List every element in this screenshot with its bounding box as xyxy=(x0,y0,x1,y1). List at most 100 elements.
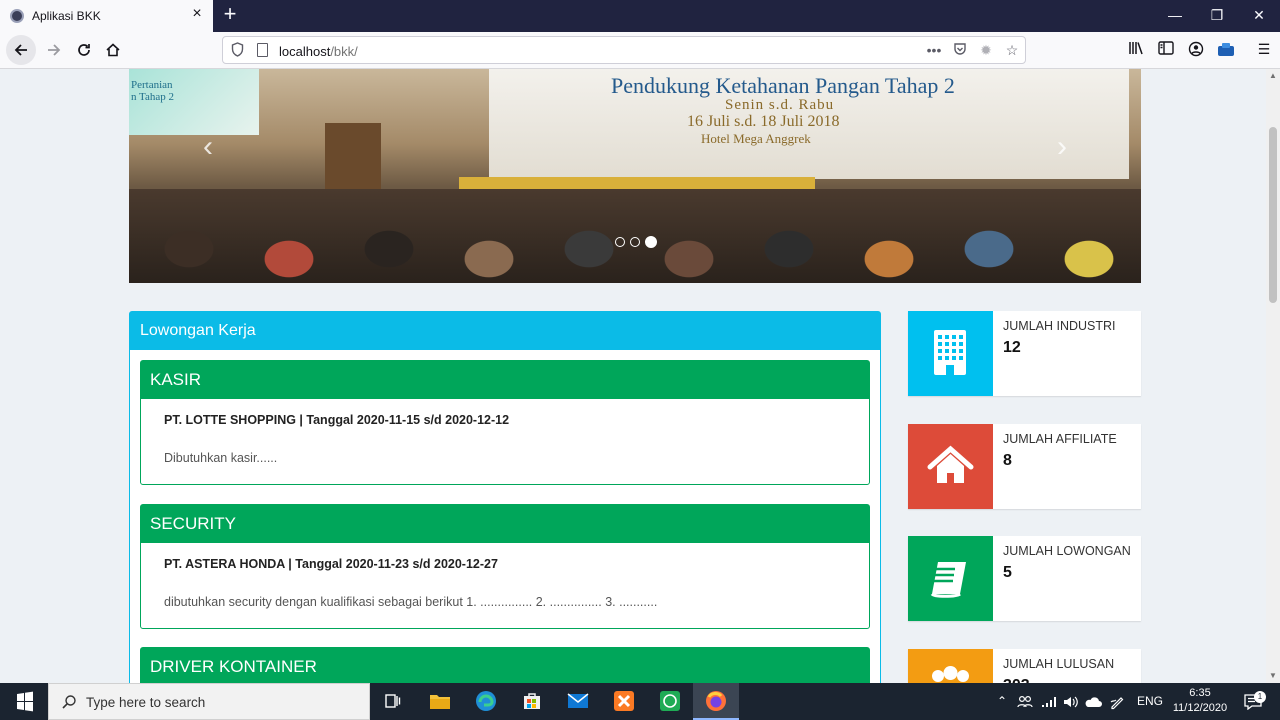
new-tab-button[interactable]: + xyxy=(219,3,241,26)
volume-icon[interactable] xyxy=(1060,683,1082,720)
tracking-shield-icon[interactable] xyxy=(231,42,244,60)
search-icon xyxy=(61,694,77,713)
stat-box-affiliate: JUMLAH AFFILIATE 8 xyxy=(908,424,1141,509)
windows-taskbar: Type here to search ⌃ ENG 6:35 11/12/202… xyxy=(0,683,1280,720)
notification-count-badge: 1 xyxy=(1254,691,1266,703)
extension-icon[interactable]: ✹ xyxy=(977,42,995,59)
stat-value: 8 xyxy=(1003,452,1012,469)
mail-icon[interactable] xyxy=(555,683,601,720)
account-icon[interactable] xyxy=(1186,41,1206,60)
stat-icon-bg xyxy=(908,649,993,683)
menu-icon[interactable]: ☰ xyxy=(1254,41,1274,58)
carousel-indicator-active[interactable] xyxy=(645,236,657,248)
people-icon[interactable] xyxy=(1014,683,1036,720)
maximize-window-icon[interactable]: ❐ xyxy=(1196,0,1238,32)
edge-browser-icon[interactable] xyxy=(463,683,509,720)
windows-logo-icon xyxy=(17,691,33,712)
job-card-header: KASIR xyxy=(141,361,869,399)
stat-icon-bg xyxy=(908,311,993,396)
building-icon xyxy=(934,330,966,375)
job-company-dates: PT. LOTTE SHOPPING | Tanggal 2020-11-15 … xyxy=(164,413,510,427)
reload-button[interactable] xyxy=(70,38,98,62)
onedrive-icon[interactable] xyxy=(1082,683,1104,720)
url-host: localhost xyxy=(279,44,331,59)
page-actions-icon[interactable]: ••• xyxy=(925,42,943,58)
stat-box-lowongan: JUMLAH LOWONGAN 5 xyxy=(908,536,1141,621)
stat-icon-bg xyxy=(908,536,993,621)
carousel-side-text: Pertanian n Tahap 2 xyxy=(131,79,174,103)
taskbar-search[interactable]: Type here to search xyxy=(48,683,370,720)
carousel-next-icon[interactable]: › xyxy=(1047,131,1077,165)
job-title[interactable]: SECURITY xyxy=(150,514,236,534)
job-company-dates: PT. ASTERA HONDA | Tanggal 2020-11-23 s/… xyxy=(164,557,498,571)
pen-icon[interactable] xyxy=(1106,683,1128,720)
library-icon[interactable] xyxy=(1126,41,1146,58)
carousel-banner-days: Senin s.d. Rabu xyxy=(725,97,835,113)
file-explorer-icon[interactable] xyxy=(417,683,463,720)
browser-tab[interactable]: Aplikasi BKK × xyxy=(0,0,213,32)
stat-label: JUMLAH LOWONGAN xyxy=(1003,544,1131,558)
forward-button[interactable] xyxy=(40,38,68,62)
scroll-up-icon[interactable]: ▲ xyxy=(1268,71,1278,80)
job-title[interactable]: KASIR xyxy=(150,370,201,390)
audience-crowd xyxy=(129,189,1141,283)
page-viewport: Pertanian n Tahap 2 Pendukung Ketahanan … xyxy=(0,69,1266,683)
stat-box-industri: JUMLAH INDUSTRI 12 xyxy=(908,311,1141,396)
job-description: Dibutuhkan kasir...... xyxy=(164,451,278,465)
input-language[interactable]: ENG xyxy=(1134,683,1166,720)
carousel-prev-icon[interactable]: ‹ xyxy=(193,131,223,165)
url-text[interactable]: localhost/bkk/ xyxy=(279,44,358,59)
stat-box-lulusan: JUMLAH LULUSAN 303 xyxy=(908,649,1141,683)
job-card-header: DRIVER KONTAINER xyxy=(141,648,869,683)
carousel-indicator[interactable] xyxy=(630,237,640,247)
taskbar-clock[interactable]: 6:35 11/12/2020 xyxy=(1170,686,1230,716)
pocket-icon[interactable] xyxy=(951,42,969,59)
job-title[interactable]: DRIVER KONTAINER xyxy=(150,657,317,677)
page-info-icon[interactable] xyxy=(257,43,268,57)
job-card[interactable]: DRIVER KONTAINER xyxy=(140,647,870,683)
carousel-side-line2: n Tahap 2 xyxy=(131,91,175,103)
carousel-banner-title: Pendukung Ketahanan Pangan Tahap 2 xyxy=(611,73,955,98)
back-button[interactable] xyxy=(6,35,36,65)
container-extension-icon[interactable] xyxy=(1216,41,1236,60)
bookmark-star-icon[interactable]: ☆ xyxy=(1003,42,1021,59)
tab-strip: Aplikasi BKK × + — ❐ ✕ xyxy=(0,0,1280,32)
panel-title: Lowongan Kerja xyxy=(140,322,256,339)
address-bar[interactable]: localhost/bkk/ ••• ✹ ☆ xyxy=(222,36,1026,64)
image-carousel: Pertanian n Tahap 2 Pendukung Ketahanan … xyxy=(129,69,1141,283)
carousel-indicator[interactable] xyxy=(615,237,625,247)
job-listings-panel: Lowongan Kerja KASIR PT. LOTTE SHOPPING … xyxy=(129,311,881,683)
page-scrollbar[interactable]: ▲ ▼ xyxy=(1266,69,1280,683)
stat-icon-bg xyxy=(908,424,993,509)
firefox-icon[interactable] xyxy=(693,683,739,720)
users-icon xyxy=(932,666,969,682)
whatsapp-icon[interactable] xyxy=(647,683,693,720)
close-window-icon[interactable]: ✕ xyxy=(1238,0,1280,32)
sidebar-icon[interactable] xyxy=(1156,41,1176,58)
network-icon[interactable] xyxy=(1038,683,1060,720)
carousel-side-line1: Pertanian xyxy=(131,79,173,91)
stat-value: 12 xyxy=(1003,339,1021,356)
carousel-banner-venue: Hotel Mega Anggrek xyxy=(701,131,811,146)
scroll-down-icon[interactable]: ▼ xyxy=(1268,671,1278,680)
carousel-side-banner: Pertanian n Tahap 2 xyxy=(129,69,259,135)
minimize-window-icon[interactable]: — xyxy=(1154,0,1196,32)
stat-label: JUMLAH AFFILIATE xyxy=(1003,432,1117,446)
tab-title: Aplikasi BKK xyxy=(32,9,101,23)
navigation-toolbar: localhost/bkk/ ••• ✹ ☆ ☰ xyxy=(0,32,1280,69)
job-card-header: SECURITY xyxy=(141,505,869,543)
carousel-banner-dates: 16 Juli s.d. 18 Juli 2018 xyxy=(687,113,840,130)
xampp-icon[interactable] xyxy=(601,683,647,720)
job-description: dibutuhkan security dengan kualifikasi s… xyxy=(164,595,658,609)
show-hidden-icons[interactable]: ⌃ xyxy=(994,683,1010,720)
home-button[interactable] xyxy=(99,38,127,62)
stat-label: JUMLAH INDUSTRI xyxy=(1003,319,1116,333)
close-tab-icon[interactable]: × xyxy=(189,6,205,22)
scrollbar-thumb[interactable] xyxy=(1269,127,1277,303)
microsoft-store-icon[interactable] xyxy=(509,683,555,720)
task-view-icon[interactable] xyxy=(370,683,416,720)
start-button[interactable] xyxy=(0,683,48,720)
job-card[interactable]: SECURITY PT. ASTERA HONDA | Tanggal 2020… xyxy=(140,504,870,629)
search-placeholder: Type here to search xyxy=(86,695,206,710)
job-card[interactable]: KASIR PT. LOTTE SHOPPING | Tanggal 2020-… xyxy=(140,360,870,485)
